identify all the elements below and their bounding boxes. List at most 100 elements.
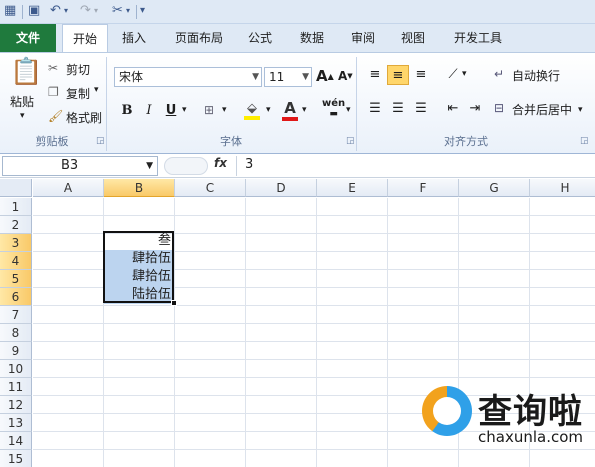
row-header-4[interactable]: 4 — [0, 252, 32, 270]
row-header-10[interactable]: 10 — [0, 360, 32, 378]
tab-home[interactable]: 开始 — [62, 24, 108, 53]
column-header-a[interactable]: A — [33, 179, 104, 197]
merge-center-button[interactable]: 合并后居中 — [512, 101, 572, 118]
formula-input[interactable]: 3 — [236, 156, 595, 176]
tab-formulas[interactable]: 公式 — [240, 24, 280, 52]
formula-divider-handle[interactable] — [164, 157, 208, 175]
insert-function-icon[interactable]: fx — [214, 156, 227, 170]
formula-bar: B3 ▼ fx 3 — [0, 154, 595, 178]
alignment-launcher-icon[interactable]: ◲ — [580, 136, 589, 146]
column-header-e[interactable]: E — [317, 179, 388, 197]
customize-toolbar-icon[interactable]: ▾ — [140, 3, 145, 19]
font-launcher-icon[interactable]: ◲ — [346, 136, 355, 146]
grow-font-icon[interactable]: A ▲ — [316, 67, 334, 85]
align-center-icon[interactable]: ☰ — [387, 99, 409, 119]
cut-button[interactable]: 剪切 — [66, 61, 90, 78]
row-header-9[interactable]: 9 — [0, 342, 32, 360]
column-header-d[interactable]: D — [246, 179, 317, 197]
row-header-5[interactable]: 5 — [0, 270, 32, 288]
row-header-14[interactable]: 14 — [0, 432, 32, 450]
paste-button[interactable]: 粘贴 — [10, 93, 34, 110]
redo-dropdown-icon[interactable]: ▾ — [94, 3, 98, 19]
decrease-indent-icon[interactable]: ⇤ — [442, 99, 464, 119]
phonetic-guide-button[interactable]: wén ▬ — [322, 99, 345, 120]
column-header-g[interactable]: G — [459, 179, 530, 197]
row-header-6[interactable]: 6 — [0, 288, 32, 306]
column-header-f[interactable]: F — [388, 179, 459, 197]
wrap-text-icon[interactable]: ↵ — [494, 67, 504, 81]
paste-icon[interactable]: 📋 — [10, 57, 42, 87]
chevron-down-icon[interactable]: ▼ — [146, 157, 153, 175]
increase-indent-icon[interactable]: ⇥ — [464, 99, 486, 119]
fill-handle[interactable] — [171, 300, 177, 306]
align-left-icon[interactable]: ☰ — [364, 99, 386, 119]
ribbon-tabs: 文件 开始 插入 页面布局 公式 数据 审阅 视图 开发工具 — [0, 24, 595, 53]
group-label-alignment: 对齐方式 — [444, 135, 488, 148]
orientation-dropdown-icon[interactable]: ▾ — [462, 69, 467, 79]
row-header-8[interactable]: 8 — [0, 324, 32, 342]
column-header-c[interactable]: C — [175, 179, 246, 197]
align-bottom-icon[interactable]: ≡ — [410, 65, 432, 85]
clipboard-launcher-icon[interactable]: ◲ — [96, 136, 105, 146]
underline-dropdown-icon[interactable]: ▾ — [182, 105, 187, 115]
align-right-icon[interactable]: ☰ — [410, 99, 432, 119]
merge-dropdown-icon[interactable]: ▾ — [578, 105, 583, 115]
selection-border — [103, 231, 174, 303]
tab-view[interactable]: 视图 — [392, 24, 434, 52]
group-divider — [356, 57, 357, 151]
row-header-15[interactable]: 15 — [0, 450, 32, 467]
redo-icon[interactable]: ↷ — [80, 3, 91, 19]
row-header-11[interactable]: 11 — [0, 378, 32, 396]
font-color-button[interactable]: A — [282, 99, 298, 121]
tab-file[interactable]: 文件 — [0, 24, 56, 52]
row-header-2[interactable]: 2 — [0, 216, 32, 234]
format-painter-button[interactable]: 格式刷 — [66, 109, 102, 126]
tab-developer[interactable]: 开发工具 — [444, 24, 512, 52]
name-box-value: B3 — [61, 158, 79, 173]
tab-page-layout[interactable]: 页面布局 — [164, 24, 234, 52]
font-size-combo[interactable]: 11 ▼ — [264, 67, 312, 87]
fill-color-dropdown-icon[interactable]: ▾ — [266, 105, 271, 115]
row-header-1[interactable]: 1 — [0, 198, 32, 216]
column-header-h[interactable]: H — [530, 179, 595, 197]
italic-button[interactable]: I — [138, 101, 160, 121]
tab-insert[interactable]: 插入 — [112, 24, 156, 52]
wrap-text-button[interactable]: 自动换行 — [512, 67, 560, 84]
select-all-corner[interactable] — [0, 179, 32, 197]
name-box[interactable]: B3 ▼ — [2, 156, 158, 176]
align-middle-icon[interactable]: ≡ — [387, 65, 409, 85]
borders-dropdown-icon[interactable]: ▾ — [222, 105, 227, 115]
row-header-7[interactable]: 7 — [0, 306, 32, 324]
row-header-3[interactable]: 3 — [0, 234, 32, 252]
borders-icon[interactable]: ⊞ — [204, 103, 214, 117]
chevron-down-icon[interactable]: ▼ — [252, 68, 259, 86]
bold-button[interactable]: B — [116, 101, 138, 121]
copy-button[interactable]: 复制 — [66, 85, 90, 102]
merge-center-icon[interactable]: ⊟ — [494, 101, 504, 115]
tab-data[interactable]: 数据 — [290, 24, 334, 52]
format-painter-icon[interactable]: 🖌 — [48, 109, 63, 123]
paste-dropdown-icon[interactable]: ▾ — [20, 111, 25, 121]
orientation-icon[interactable]: ⟋ — [442, 65, 464, 85]
shrink-font-icon[interactable]: A ▼ — [338, 69, 353, 83]
row-header-12[interactable]: 12 — [0, 396, 32, 414]
font-color-dropdown-icon[interactable]: ▾ — [302, 105, 307, 115]
align-top-icon[interactable]: ≡ — [364, 65, 386, 85]
fill-color-icon[interactable]: ⬙ — [244, 101, 260, 120]
tools-icon[interactable]: ✂ — [112, 3, 123, 19]
undo-dropdown-icon[interactable]: ▾ — [64, 3, 68, 19]
column-header-b[interactable]: B — [104, 179, 175, 197]
undo-icon[interactable]: ↶ — [50, 3, 61, 19]
phonetic-dropdown-icon[interactable]: ▾ — [346, 105, 351, 115]
tab-review[interactable]: 审阅 — [342, 24, 384, 52]
toolbar-divider — [136, 5, 137, 19]
tools-dropdown-icon[interactable]: ▾ — [126, 3, 130, 19]
row-header-13[interactable]: 13 — [0, 414, 32, 432]
copy-icon[interactable]: ❐ — [48, 85, 59, 99]
cut-icon[interactable]: ✂ — [48, 61, 58, 75]
save-icon[interactable]: ▣ — [28, 3, 40, 19]
font-name-combo[interactable]: 宋体 ▼ — [114, 67, 262, 87]
copy-dropdown-icon[interactable]: ▾ — [94, 85, 99, 95]
underline-button[interactable]: U — [160, 101, 182, 121]
chevron-down-icon[interactable]: ▼ — [302, 68, 309, 86]
